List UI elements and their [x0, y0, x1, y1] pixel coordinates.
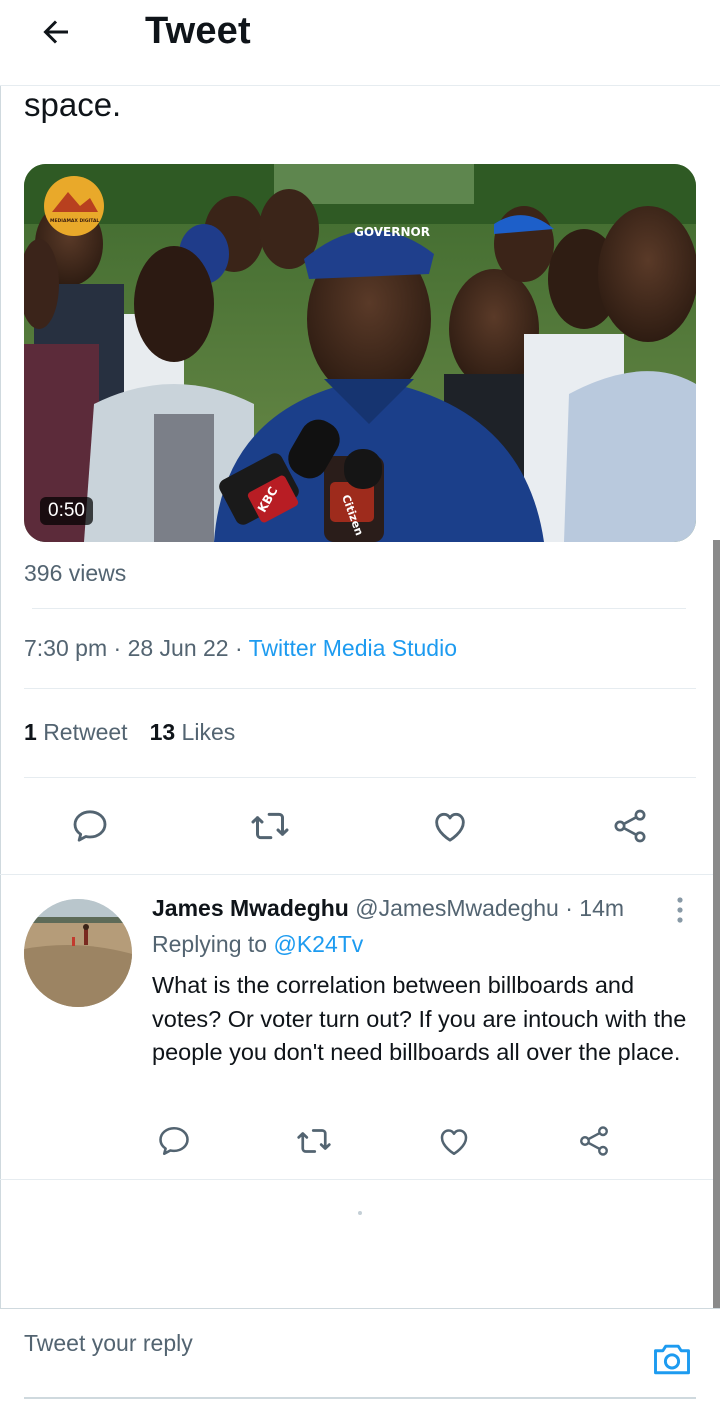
tweet-meta: 7:30 pm · 28 Jun 22 · Twitter Media Stud… — [24, 635, 457, 662]
reply-tweet[interactable]: James Mwadeghu @JamesMwadeghu · 14m Repl… — [0, 874, 720, 1180]
tweet-date: 28 Jun 22 — [127, 635, 229, 661]
share-icon — [614, 809, 646, 843]
reply-reply-button[interactable] — [152, 1119, 196, 1163]
tweet-source-link[interactable]: Twitter Media Studio — [249, 635, 457, 661]
reply-time: 14m — [579, 895, 625, 921]
tweet-stats: 1 Retweet 13 Likes — [24, 719, 235, 746]
back-button[interactable] — [36, 12, 76, 52]
reply-button[interactable] — [68, 804, 112, 848]
mediamax-logo: MEDIAMAX DIGITAL — [44, 176, 104, 236]
likes-label: Likes — [181, 719, 236, 745]
logo-text: MEDIAMAX DIGITAL — [50, 218, 99, 224]
retweet-count: 1 — [24, 719, 37, 745]
composer-underline — [24, 1397, 696, 1399]
tweet-actions — [0, 804, 720, 848]
more-options-button[interactable] — [668, 895, 692, 925]
share-icon — [580, 1126, 608, 1156]
more-vertical-icon — [677, 897, 683, 923]
view-count: 396 views — [24, 560, 127, 586]
divider — [24, 688, 696, 689]
divider — [32, 608, 686, 609]
tweet-time: 7:30 pm — [24, 635, 108, 661]
reply-retweet-button[interactable] — [292, 1119, 336, 1163]
retweet-button[interactable] — [248, 804, 292, 848]
reply-composer — [0, 1308, 720, 1402]
reply-input[interactable] — [24, 1323, 624, 1363]
top-app-bar: Tweet — [0, 0, 720, 86]
reply-text: What is the correlation between billboar… — [152, 972, 687, 1065]
reply-author-handle[interactable]: @JamesMwadeghu — [355, 895, 559, 921]
tweet-video[interactable]: GOVERNOR KBC Citizen MEDIAMAX DIGITAL — [24, 164, 696, 542]
retweet-label: Retweet — [43, 719, 128, 745]
reply-author-name[interactable]: James Mwadeghu — [152, 895, 349, 921]
reply-header: James Mwadeghu @JamesMwadeghu · 14m — [152, 895, 624, 922]
like-button[interactable] — [428, 804, 472, 848]
arrow-left-icon — [43, 20, 68, 44]
loading-indicator — [358, 1211, 362, 1215]
reply-share-button[interactable] — [572, 1119, 616, 1163]
video-thumbnail: GOVERNOR KBC Citizen MEDIAMAX DIGITAL — [24, 164, 696, 542]
reply-like-button[interactable] — [432, 1119, 476, 1163]
cap-text: GOVERNOR — [354, 225, 430, 239]
reply-actions — [0, 1119, 720, 1163]
retweet-icon — [297, 1129, 331, 1153]
camera-icon — [654, 1344, 690, 1375]
likes-stat[interactable]: 13 Likes — [150, 719, 236, 745]
meta-separator: · — [228, 635, 249, 661]
meta-separator: · — [107, 635, 128, 661]
replying-mention[interactable]: @K24Tv — [273, 931, 363, 957]
reply-icon — [73, 810, 107, 842]
reply-icon — [159, 1126, 189, 1156]
divider — [24, 777, 696, 778]
avatar[interactable] — [24, 899, 132, 1007]
likes-count: 13 — [149, 719, 176, 745]
add-media-button[interactable] — [648, 1335, 696, 1383]
like-icon — [435, 812, 465, 842]
scrollbar[interactable] — [713, 540, 720, 1308]
retweets-stat[interactable]: 1 Retweet — [24, 719, 128, 745]
like-icon — [440, 1129, 468, 1156]
tweet-text: space. — [24, 86, 122, 123]
share-button[interactable] — [608, 804, 652, 848]
meta-separator: · — [558, 895, 580, 921]
replying-prefix: Replying to — [152, 931, 268, 957]
avatar-image — [24, 899, 132, 1007]
retweet-icon — [251, 812, 289, 840]
page-title: Tweet — [145, 10, 251, 52]
video-duration: 0:50 — [40, 497, 93, 525]
replying-to: Replying to @K24Tv — [152, 931, 363, 958]
